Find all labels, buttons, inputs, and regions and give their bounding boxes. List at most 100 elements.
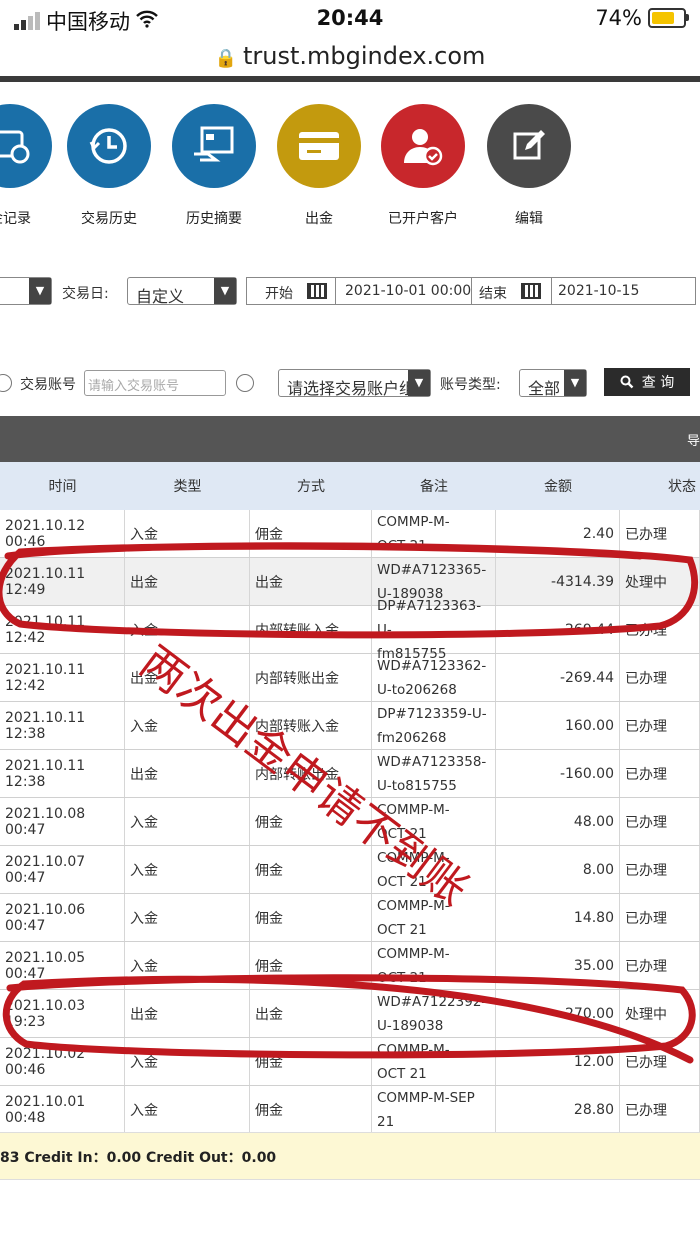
header-amount: 金额 xyxy=(544,479,572,495)
table-row[interactable]: 2021.10.03 19:23 出金 出金 WD#A7122392- U-18903… xyxy=(0,990,700,1038)
cell-status: 已办理 xyxy=(620,750,700,797)
toolbar-label: 出金 xyxy=(305,211,333,227)
cell-type: 出金 xyxy=(125,990,250,1037)
cell-time: 2021.10.11 12:42 xyxy=(0,606,125,653)
customer-check-icon xyxy=(381,104,465,188)
table-row[interactable]: 2021.10.11 12:42 入金 内部转账入金 DP#A7123363-U- f… xyxy=(0,598,700,662)
start-date-input[interactable]: 2021-10-01 00:00 xyxy=(345,283,471,299)
table-row[interactable]: 2021.10.07 00:47 入金 佣金 COMMP-M- OCT 21 8.00 已… xyxy=(0,846,700,894)
header-note: 备注 xyxy=(420,479,448,495)
account-type-label: 账号类型: xyxy=(440,377,501,393)
radio-option-1[interactable] xyxy=(0,374,12,392)
query-button[interactable]: 查 询 xyxy=(604,368,690,396)
lock-icon: 🔒 xyxy=(214,48,237,69)
table-row[interactable]: 2021.10.02 00:46 入金 佣金 COMMP-M- OCT 21 12.00… xyxy=(0,1038,700,1086)
header-status: 状态 xyxy=(668,479,696,495)
cell-amount: 35.00 xyxy=(496,942,620,989)
toolbar-item-withdraw[interactable]: 出金 xyxy=(264,100,374,228)
trade-day-select[interactable]: 自定义 ▼ xyxy=(127,277,237,306)
account-group-select[interactable]: 请选择交易账户组 ▼ xyxy=(278,369,431,398)
cell-time: 2021.10.07 00:47 xyxy=(0,846,125,893)
cell-amount: 8.00 xyxy=(496,846,620,893)
cell-status: 已办理 xyxy=(620,510,700,557)
account-group-value: 请选择交易账户组 xyxy=(287,379,416,398)
filter-select-left[interactable]: ▼ xyxy=(0,277,52,305)
trade-day-value: 自定义 xyxy=(136,287,185,306)
cell-status: 已办理 xyxy=(620,846,700,893)
cell-method: 佣金 xyxy=(250,1038,372,1085)
cell-amount: 48.00 xyxy=(496,798,620,845)
cell-note: WD#A7123362- U-to206268 xyxy=(372,654,496,701)
edit-icon xyxy=(487,104,571,188)
cell-type: 出金 xyxy=(125,750,250,797)
cell-amount: 160.00 xyxy=(496,702,620,749)
header-type: 类型 xyxy=(173,479,202,495)
toolbar-item-edit[interactable]: 编辑 xyxy=(474,100,584,228)
cell-amount: 12.00 xyxy=(496,1038,620,1085)
cell-amount: -270.00 xyxy=(496,990,620,1037)
dropdown-arrow-icon: ▼ xyxy=(214,278,236,304)
dropdown-arrow-icon: ▼ xyxy=(408,370,430,396)
dropdown-arrow-icon: ▼ xyxy=(29,278,51,304)
table-row[interactable]: 2021.10.05 00:47 入金 佣金 COMMP-M- OCT 21 35.00… xyxy=(0,942,700,990)
cell-time: 2021.10.01 00:48 xyxy=(0,1086,125,1133)
table-row[interactable]: 2021.10.11 12:49 出金 出金 WD#A7123365- U-18903… xyxy=(0,558,700,606)
cell-method: 佣金 xyxy=(250,894,372,941)
cell-amount: -160.00 xyxy=(496,750,620,797)
trade-day-label: 交易日: xyxy=(62,286,109,302)
cell-note: COMMP-M- OCT 21 xyxy=(372,942,496,989)
export-link[interactable]: 导 xyxy=(687,430,700,449)
cell-amount: -4314.39 xyxy=(496,558,620,605)
end-date-input[interactable]: 2021-10-15 xyxy=(558,283,639,299)
table-row[interactable]: 2021.10.06 00:47 入金 佣金 COMMP-M- OCT 21 14.80… xyxy=(0,894,700,942)
cell-time: 2021.10.11 12:49 xyxy=(0,558,125,605)
search-icon xyxy=(620,375,634,389)
date-range-box: 开始 2021-10-01 00:00 结束 2021-10-15 xyxy=(246,277,696,305)
table-row[interactable]: 2021.10.12 00:46 入金 佣金 COMMP-M- OCT 21 2.40 已… xyxy=(0,510,700,558)
toolbar-item-customers[interactable]: 已开户客户 xyxy=(368,100,478,228)
cell-time: 2021.10.11 12:38 xyxy=(0,702,125,749)
toolbar-label: 编辑 xyxy=(515,211,543,227)
cell-status: 已办理 xyxy=(620,702,700,749)
cell-note: DP#A7123363-U- fm815755 xyxy=(372,598,496,662)
calendar-icon[interactable] xyxy=(521,283,541,299)
card-withdraw-icon xyxy=(277,104,361,188)
dropdown-arrow-icon: ▼ xyxy=(564,370,586,396)
function-toolbar: 金记录 交易历史 历史摘要 出金 已开户客户 编辑 xyxy=(0,100,700,230)
cell-status: 已办理 xyxy=(620,1038,700,1085)
cell-amount: 14.80 xyxy=(496,894,620,941)
cell-type: 入金 xyxy=(125,942,250,989)
table-row[interactable]: 2021.10.11 12:42 出金 内部转账出金 WD#A7123362- U-t… xyxy=(0,654,700,702)
header-time: 时间 xyxy=(48,479,77,495)
account-type-select[interactable]: 全部 ▼ xyxy=(519,369,587,398)
browser-address-bar[interactable]: 🔒 trust.mbgindex.com xyxy=(0,40,700,78)
cell-time: 2021.10.03 19:23 xyxy=(0,990,125,1037)
cell-method: 内部转账入金 xyxy=(250,606,372,653)
cell-status: 处理中 xyxy=(620,990,700,1037)
table-row[interactable]: 2021.10.11 12:38 入金 内部转账入金 DP#7123359-U- fm… xyxy=(0,702,700,750)
cell-time: 2021.10.02 00:46 xyxy=(0,1038,125,1085)
status-bar: 中国移动 20:44 74% xyxy=(0,0,700,40)
cell-note: DP#7123359-U- fm206268 xyxy=(372,702,496,749)
cell-note: COMMP-M- OCT 21 xyxy=(372,1038,496,1085)
cell-type: 出金 xyxy=(125,558,250,605)
calendar-icon[interactable] xyxy=(307,283,327,299)
header-method: 方式 xyxy=(297,479,325,495)
cell-note: WD#A7122392- U-189038 xyxy=(372,990,496,1037)
toolbar-item-history-summary[interactable]: 历史摘要 xyxy=(159,100,269,228)
cell-status: 已办理 xyxy=(620,942,700,989)
table-row[interactable]: 2021.10.01 00:48 入金 佣金 COMMP-M-SEP 21 28.80 已… xyxy=(0,1086,700,1134)
table-toolbar: 导 xyxy=(0,416,700,462)
cell-method: 佣金 xyxy=(250,846,372,893)
cell-time: 2021.10.11 12:42 xyxy=(0,654,125,701)
account-input[interactable]: 请输入交易账号 xyxy=(84,370,226,396)
cell-time: 2021.10.12 00:46 xyxy=(0,510,125,557)
summary-icon xyxy=(172,104,256,188)
cell-method: 佣金 xyxy=(250,942,372,989)
cell-note: COMMP-M-SEP 21 xyxy=(372,1086,496,1133)
start-label: 开始 xyxy=(265,286,293,302)
toolbar-label: 交易历史 xyxy=(81,211,137,227)
cell-type: 入金 xyxy=(125,1086,250,1133)
toolbar-item-trade-history[interactable]: 交易历史 xyxy=(54,100,164,228)
radio-option-2[interactable] xyxy=(236,374,254,392)
